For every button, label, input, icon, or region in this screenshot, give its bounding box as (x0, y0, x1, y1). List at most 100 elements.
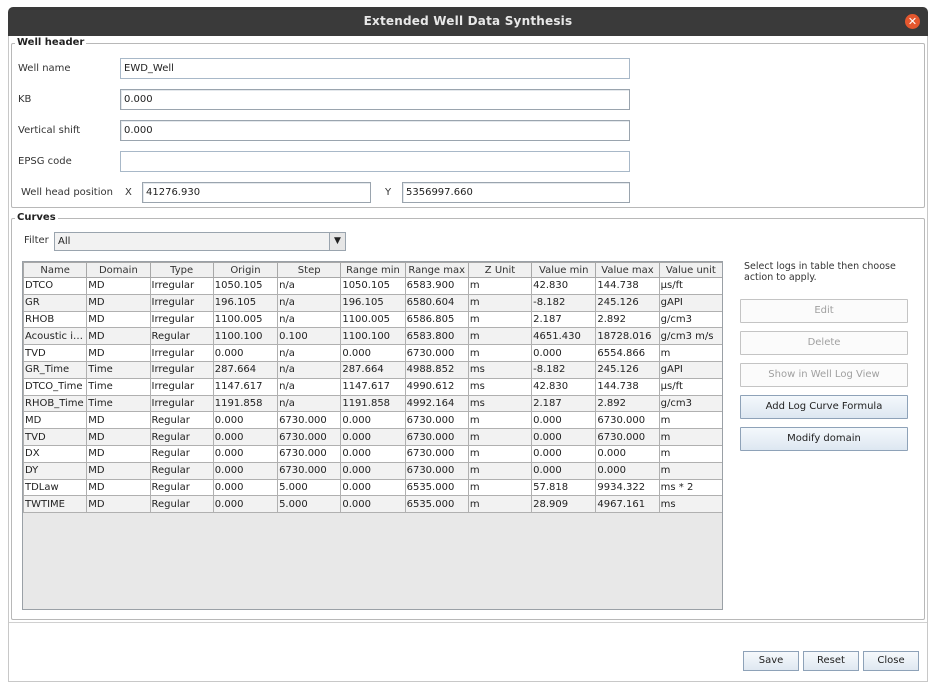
table-cell: µs/ft (658, 377, 722, 396)
modify-domain-button[interactable]: Modify domain (740, 427, 908, 451)
dialog-body: Well header Well name EWD_Well KB 0.000 … (8, 36, 928, 682)
table-cell: 0.000 (531, 444, 597, 463)
table-row[interactable]: TWTIME MD Regular 0.000 5.000 0.000 6535.000 m 2… (23, 495, 722, 514)
delete-button[interactable]: Delete (740, 331, 908, 355)
column-header[interactable]: Range max (404, 262, 469, 278)
table-cell: 2.892 (595, 394, 660, 413)
table-cell: Time (86, 377, 151, 396)
table-cell: m (467, 478, 533, 497)
column-header[interactable]: Range min (340, 262, 406, 278)
table-cell: 287.664 (340, 360, 406, 379)
vertical-shift-field[interactable]: 0.000 (120, 120, 630, 141)
curves-legend: Curves (15, 212, 58, 223)
well-head-x-field[interactable]: 41276.930 (142, 182, 371, 203)
table-cell: ms (467, 377, 533, 396)
table-cell: 6730.000 (404, 461, 469, 480)
table-row[interactable]: MD MD Regular 0.000 6730.000 0.000 6730.000 m 0.… (23, 411, 722, 430)
filter-value: All (58, 236, 71, 247)
well-head-y-field[interactable]: 5356997.660 (402, 182, 630, 203)
kb-field[interactable]: 0.000 (120, 89, 630, 110)
well-header-group: Well header Well name EWD_Well KB 0.000 … (11, 37, 925, 208)
table-cell: 42.830 (531, 277, 597, 295)
table-cell: 0.100 (277, 327, 342, 346)
table-cell: m (467, 444, 533, 463)
well-name-field[interactable]: EWD_Well (120, 58, 630, 79)
table-cell: TDLaw (23, 478, 88, 497)
add-log-curve-formula-button[interactable]: Add Log Curve Formula (740, 395, 908, 419)
table-cell: m (467, 327, 533, 346)
table-cell: g/cm3 (658, 394, 722, 413)
table-row[interactable]: TVD MD Regular 0.000 6730.000 0.000 6730.000 m 0… (23, 428, 722, 446)
curves-table-container[interactable]: Name Domain Type Origin Step Range min Range m… (22, 261, 723, 610)
column-header[interactable]: Value min (531, 262, 597, 278)
table-cell: 28.909 (531, 495, 597, 514)
table-cell: Regular (149, 444, 214, 463)
edit-button[interactable]: Edit (740, 299, 908, 323)
table-cell: gAPI (658, 360, 722, 379)
table-row[interactable]: DX MD Regular 0.000 6730.000 0.000 6730.000 m 0.… (23, 444, 722, 463)
close-icon[interactable]: ✕ (905, 14, 920, 29)
table-row[interactable]: DY MD Regular 0.000 6730.000 0.000 6730.000 m 0.… (23, 461, 722, 480)
reset-button[interactable]: Reset (803, 651, 859, 671)
footer-divider (9, 622, 927, 623)
table-cell: 6730.000 (277, 411, 342, 430)
table-cell: 144.738 (595, 377, 660, 396)
table-row[interactable]: DTCO MD Irregular 1050.105 n/a 1050.105 6583.9… (23, 277, 722, 295)
column-header[interactable]: Type (149, 262, 214, 278)
table-row[interactable]: RHOB_Time Time Irregular 1191.858 n/a 1191.85… (23, 394, 722, 413)
vertical-shift-label: Vertical shift (18, 125, 81, 136)
table-cell: 6586.805 (404, 310, 469, 329)
table-cell: DTCO_Time (23, 377, 88, 396)
table-cell: 42.830 (531, 377, 597, 396)
table-cell: 0.000 (212, 428, 279, 446)
table-cell: 0.000 (212, 444, 279, 463)
table-cell: 0.000 (340, 344, 406, 362)
table-cell: ms (658, 495, 722, 514)
column-header[interactable]: Value unit (658, 262, 722, 278)
table-row[interactable]: RHOB MD Irregular 1100.005 n/a 1100.005 6586.8… (23, 310, 722, 329)
table-cell: 5.000 (277, 478, 342, 497)
filter-select[interactable]: All ▼ (54, 232, 346, 251)
column-header[interactable]: Value max (595, 262, 660, 278)
table-cell: 0.000 (212, 461, 279, 480)
table-row[interactable]: TDLaw MD Regular 0.000 5.000 0.000 6535.000 m 57… (23, 478, 722, 497)
table-cell: 4992.164 (404, 394, 469, 413)
table-cell: 196.105 (212, 293, 279, 312)
table-cell: 0.000 (340, 478, 406, 497)
table-cell: n/a (277, 277, 342, 295)
window-title: Extended Well Data Synthesis (363, 14, 573, 28)
column-header[interactable]: Step (277, 262, 342, 278)
table-cell: 2.187 (531, 310, 597, 329)
table-cell: n/a (277, 377, 342, 396)
table-row[interactable]: GR MD Irregular 196.105 n/a 196.105 6580.604 m -… (23, 293, 722, 312)
table-cell: -8.182 (531, 293, 597, 312)
table-row[interactable]: Acoustic im... MD Regular 1100.100 0.100 1100… (23, 327, 722, 346)
table-row[interactable]: TVD MD Irregular 0.000 n/a 0.000 6730.000 m 0.00… (23, 344, 722, 362)
table-row[interactable]: GR_Time Time Irregular 287.664 n/a 287.664 498… (23, 360, 722, 379)
table-cell: GR (23, 293, 88, 312)
table-cell: 287.664 (212, 360, 279, 379)
table-cell: 0.000 (340, 495, 406, 514)
column-header[interactable]: Domain (86, 262, 151, 278)
table-cell: MD (86, 293, 151, 312)
table-cell: Regular (149, 411, 214, 430)
show-in-well-log-view-button[interactable]: Show in Well Log View (740, 363, 908, 387)
epsg-code-field[interactable] (120, 151, 630, 172)
table-cell: m (467, 411, 533, 430)
table-cell: m (467, 461, 533, 480)
table-cell: RHOB (23, 310, 88, 329)
close-button[interactable]: Close (863, 651, 919, 671)
table-cell: 6730.000 (404, 444, 469, 463)
table-cell: -8.182 (531, 360, 597, 379)
table-cell: 4651.430 (531, 327, 597, 346)
save-button[interactable]: Save (743, 651, 799, 671)
table-cell: 0.000 (212, 411, 279, 430)
table-row[interactable]: DTCO_Time Time Irregular 1147.617 n/a 1147.61… (23, 377, 722, 396)
table-cell: 0.000 (212, 344, 279, 362)
column-header[interactable]: Z Unit (467, 262, 533, 278)
column-header[interactable]: Origin (212, 262, 279, 278)
table-cell: MD (86, 310, 151, 329)
table-header-row: Name Domain Type Origin Step Range min Range m… (23, 262, 722, 278)
column-header[interactable]: Name (23, 262, 88, 278)
chevron-down-icon[interactable]: ▼ (329, 233, 345, 250)
